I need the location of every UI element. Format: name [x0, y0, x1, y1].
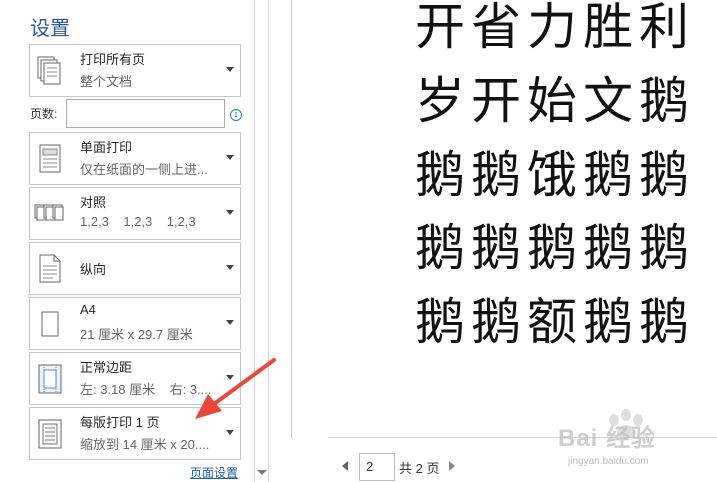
pages-label: 页数:: [30, 107, 58, 121]
pages-per-sheet-label: 每版打印 1 页: [80, 415, 160, 430]
pages-stack-icon: [37, 56, 61, 85]
chevron-down-icon: [226, 320, 234, 325]
paper-size-desc: 21 厘米 x 29.7 厘米: [80, 327, 193, 342]
portrait-icon: [39, 254, 61, 283]
preview-text-line: 开省力胜利: [415, 0, 695, 56]
document-preview-page: 开省力胜利 岁开始文鹅 鹅鹅饿鹅鹅 鹅鹅鹅鹅鹅 鹅鹅额鹅鹅: [305, 0, 717, 435]
print-range-label: 打印所有页: [80, 52, 146, 67]
current-page-input[interactable]: 2: [359, 453, 395, 481]
single-page-icon: [39, 144, 61, 173]
sides-label: 单面打印: [80, 140, 133, 155]
watermark-text: Bai 经验: [558, 425, 657, 452]
sides-dropdown[interactable]: 单面打印 仅在纸面的一侧上进...: [29, 132, 241, 185]
page-setup-link[interactable]: 页面设置: [190, 464, 238, 481]
chevron-down-icon: [226, 265, 234, 270]
orientation-dropdown[interactable]: 纵向: [29, 242, 241, 295]
collate-label: 对照: [80, 195, 107, 210]
paper-icon: [41, 311, 59, 337]
sides-desc: 仅在纸面的一侧上进...: [80, 162, 208, 177]
previous-page-icon[interactable]: [342, 461, 348, 471]
chevron-down-icon: [226, 67, 234, 72]
scroll-down-arrow-icon[interactable]: [257, 470, 267, 475]
collate-dropdown[interactable]: 对照 1,2,3 1,2,3 1,2,3: [29, 187, 241, 240]
preview-text-line: 鹅鹅额鹅鹅: [415, 293, 695, 351]
settings-title: 设置: [30, 18, 70, 40]
collate-desc: 1,2,3 1,2,3 1,2,3: [80, 214, 196, 229]
margins-label: 正常边距: [80, 360, 133, 375]
print-settings-panel: 设置 打印所有页 整个文档 页数: i 单面打印 仅在纸面的一侧上进... 对照…: [0, 0, 255, 482]
chevron-down-icon: [226, 155, 234, 160]
chevron-down-icon: [226, 375, 234, 380]
preview-text-line: 鹅鹅饿鹅鹅: [415, 146, 695, 204]
preview-text-line: 鹅鹅鹅鹅鹅: [415, 219, 695, 277]
preview-text-line: 岁开始文鹅: [415, 72, 695, 130]
margins-icon: [38, 364, 62, 394]
settings-scrollbar[interactable]: [254, 0, 269, 482]
paper-size-label: A4: [80, 302, 96, 317]
next-page-icon[interactable]: [449, 461, 455, 471]
watermark-url: jingyan.baidu.com: [568, 456, 649, 467]
margins-dropdown[interactable]: 正常边距 左: 3.18 厘米 右: 3....: [29, 352, 241, 405]
paper-size-dropdown[interactable]: A4 21 厘米 x 29.7 厘米: [29, 297, 241, 350]
pages-input[interactable]: [66, 99, 225, 128]
pages-per-sheet-desc: 缩放到 14 厘米 x 20....: [80, 437, 210, 452]
page-per-sheet-icon: [38, 419, 62, 449]
pages-per-sheet-dropdown[interactable]: 每版打印 1 页 缩放到 14 厘米 x 20....: [29, 407, 241, 460]
collate-icon: [34, 204, 64, 221]
margins-desc: 左: 3.18 厘米 右: 3....: [80, 382, 212, 397]
print-range-dropdown[interactable]: 打印所有页 整个文档: [29, 44, 241, 97]
print-range-desc: 整个文档: [80, 74, 133, 89]
orientation-label: 纵向: [80, 262, 107, 277]
total-pages-label: 共 2 页: [399, 461, 440, 476]
preview-divider: [291, 0, 292, 438]
info-icon[interactable]: i: [230, 109, 242, 121]
chevron-down-icon: [226, 430, 234, 435]
chevron-down-icon: [226, 210, 234, 215]
